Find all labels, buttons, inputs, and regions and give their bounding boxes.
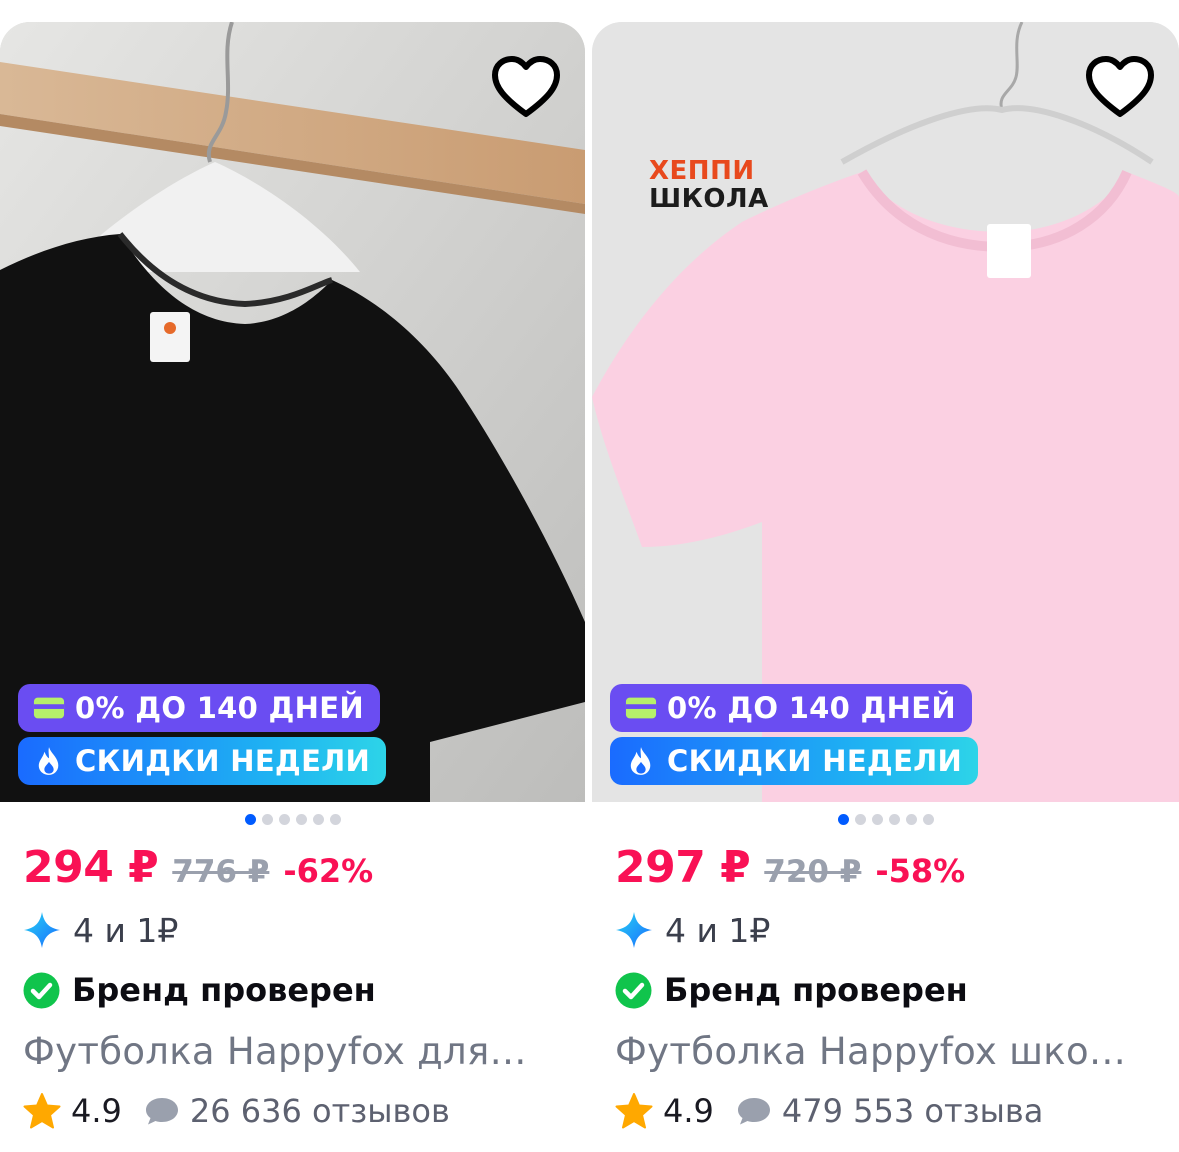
sparkle-icon	[24, 912, 60, 948]
brand-verified-row: Бренд проверен	[23, 960, 575, 1020]
installment-badge: 0% ДО 140 ДНЕЙ	[610, 684, 972, 732]
installment-badge: 0% ДО 140 ДНЕЙ	[18, 684, 380, 732]
product-title[interactable]: Футболка Happyfox для…	[23, 1030, 527, 1073]
card-icon	[624, 693, 658, 723]
product-info: 297 ₽ 720 ₽ -58% 4 и 1₽ Бренд проверен Ф…	[615, 842, 1169, 1140]
flame-icon	[624, 746, 658, 776]
heart-outline-icon	[492, 56, 560, 117]
brand-verified-row: Бренд проверен	[615, 960, 1169, 1020]
heart-outline-icon	[1086, 56, 1154, 117]
product-grid: 0% ДО 140 ДНЕЙ СКИДКИ НЕДЕЛИ 294 ₽ 776 ₽…	[0, 0, 1179, 1152]
brand-verified-label: Бренд проверен	[664, 971, 968, 1009]
favorite-button[interactable]	[489, 54, 563, 120]
sparkle-icon	[616, 912, 652, 948]
gallery-dot[interactable]	[888, 814, 900, 825]
sale-badge: СКИДКИ НЕДЕЛИ	[18, 737, 387, 785]
installment-badge-label: 0% ДО 140 ДНЕЙ	[667, 691, 956, 725]
star-icon	[615, 1093, 653, 1129]
gallery-dot[interactable]	[922, 814, 934, 825]
card-icon	[32, 693, 66, 723]
installment-badge-label: 0% ДО 140 ДНЕЙ	[75, 691, 364, 725]
gallery-dot[interactable]	[329, 814, 341, 825]
gallery-dot[interactable]	[295, 814, 307, 825]
gallery-dot[interactable]	[261, 814, 273, 825]
sale-badge: СКИДКИ НЕДЕЛИ	[610, 737, 979, 785]
price-row: 297 ₽ 720 ₽ -58%	[615, 842, 1169, 898]
gallery-dot[interactable]	[905, 814, 917, 825]
price-row: 294 ₽ 776 ₽ -62%	[23, 842, 575, 898]
gallery-dot[interactable]	[871, 814, 883, 825]
current-price: 297 ₽	[615, 842, 751, 893]
product-title-row[interactable]: Футболка Happyfox для…	[23, 1020, 575, 1082]
school-logo: ХЕППИ ШКОЛА	[649, 157, 769, 213]
gallery-dot[interactable]	[312, 814, 324, 825]
gallery-dots	[0, 814, 585, 825]
product-image[interactable]: ХЕППИ ШКОЛА 0% ДО 140 ДНЕЙ СКИДКИ НЕДЕЛИ	[592, 22, 1179, 802]
old-price: 720 ₽	[764, 854, 862, 890]
star-icon	[23, 1093, 61, 1129]
old-price: 776 ₽	[172, 854, 270, 890]
favorite-button[interactable]	[1083, 54, 1157, 120]
bonus-label: 4 и 1₽	[665, 910, 771, 950]
sale-badge-label: СКИДКИ НЕДЕЛИ	[667, 744, 963, 778]
product-title[interactable]: Футболка Happyfox шко…	[615, 1030, 1126, 1073]
product-title-row[interactable]: Футболка Happyfox шко…	[615, 1020, 1169, 1082]
comment-icon	[737, 1098, 770, 1125]
brand-verified-label: Бренд проверен	[72, 971, 376, 1009]
bonus-row: 4 и 1₽	[615, 900, 1169, 960]
comment-icon	[145, 1098, 178, 1125]
current-price: 294 ₽	[23, 842, 159, 893]
logo-line-1: ХЕППИ	[649, 156, 755, 186]
product-info: 294 ₽ 776 ₽ -62% 4 и 1₽ Бренд проверен Ф…	[23, 842, 575, 1140]
product-card[interactable]: 0% ДО 140 ДНЕЙ СКИДКИ НЕДЕЛИ 294 ₽ 776 ₽…	[0, 22, 585, 1152]
rating-value: 4.9	[663, 1092, 714, 1130]
rating-value: 4.9	[71, 1092, 122, 1130]
gallery-dot[interactable]	[278, 814, 290, 825]
bonus-label: 4 и 1₽	[73, 910, 179, 950]
bonus-row: 4 и 1₽	[23, 900, 575, 960]
check-circle-icon	[615, 972, 652, 1008]
gallery-dots	[592, 814, 1179, 825]
check-circle-icon	[23, 972, 60, 1008]
discount-percent: -62%	[283, 852, 374, 890]
logo-line-2: ШКОЛА	[649, 184, 769, 214]
flame-icon	[32, 746, 66, 776]
gallery-dot[interactable]	[837, 814, 849, 825]
gallery-dot[interactable]	[854, 814, 866, 825]
product-image[interactable]: 0% ДО 140 ДНЕЙ СКИДКИ НЕДЕЛИ	[0, 22, 585, 802]
rating-row: 4.9 479 553 отзыва	[615, 1082, 1169, 1140]
product-card[interactable]: ХЕППИ ШКОЛА 0% ДО 140 ДНЕЙ СКИДКИ НЕДЕЛИ	[592, 22, 1179, 1152]
reviews-count[interactable]: 479 553 отзыва	[782, 1092, 1043, 1130]
discount-percent: -58%	[875, 852, 966, 890]
gallery-dot[interactable]	[244, 814, 256, 825]
rating-row: 4.9 26 636 отзывов	[23, 1082, 575, 1140]
reviews-count[interactable]: 26 636 отзывов	[190, 1092, 450, 1130]
sale-badge-label: СКИДКИ НЕДЕЛИ	[75, 744, 371, 778]
